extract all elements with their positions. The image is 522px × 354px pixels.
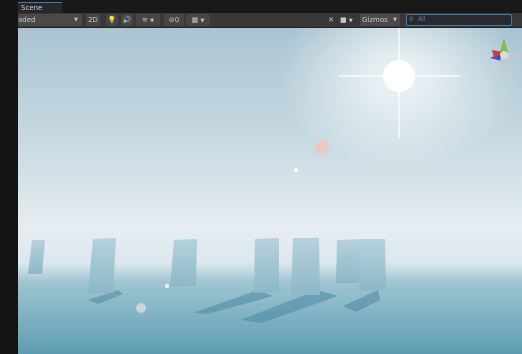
grid-icon: ▦ (191, 16, 199, 24)
chevron-down-icon: ▼ (74, 17, 78, 23)
tab-scene-label: Scene (21, 4, 43, 12)
draw-mode-dropdown[interactable]: aded ▼ (18, 14, 82, 26)
tab-scene[interactable]: Scene (18, 2, 62, 13)
tools-icon[interactable]: ✕ (325, 14, 337, 26)
search-input[interactable]: ⚲ All (406, 14, 512, 26)
lens-flare-dot (294, 168, 298, 172)
gizmos-label: Gizmos (362, 16, 388, 24)
gizmos-dropdown[interactable]: Gizmos ▼ (360, 14, 400, 26)
tab-bar: Scene ⋮ (18, 0, 522, 13)
audio-toggle-icon[interactable]: 🔊 (121, 14, 133, 26)
chevron-down-icon: ▼ (200, 18, 205, 24)
chevron-down-icon: ▼ (348, 18, 353, 24)
chevron-down-icon: ▼ (393, 17, 397, 23)
scene-render[interactable] (18, 28, 522, 354)
scene-viewport[interactable] (18, 28, 522, 354)
camera-dropdown[interactable]: ■ ▼ (340, 14, 358, 26)
effects-icon: ≋ (142, 16, 148, 24)
left-panel-edge (0, 0, 18, 354)
effects-dropdown[interactable]: ≋ ▼ (136, 14, 160, 26)
search-placeholder: All (418, 16, 426, 23)
draw-mode-label: aded (18, 16, 36, 24)
chevron-down-icon: ▼ (150, 18, 154, 24)
hidden-objects-count: 0 (174, 16, 180, 24)
toggle-2d-button[interactable]: 2D (86, 14, 100, 26)
scene-toolbar: aded ▼ 2D 💡 🔊 ≋ ▼ ⊘0 ▦ ▼ ✕ ■ ▼ Gizmos ▼ … (18, 13, 522, 28)
grid-dropdown[interactable]: ▦ ▼ (186, 14, 210, 26)
lens-flare-dot (165, 284, 169, 288)
lens-flare-circle (136, 303, 146, 313)
lens-flare (315, 140, 329, 154)
camera-icon: ■ (340, 16, 347, 24)
hidden-objects-toggle[interactable]: ⊘0 (164, 14, 184, 26)
lighting-toggle-icon[interactable]: 💡 (106, 14, 118, 26)
search-icon: ⚲ (409, 16, 414, 23)
